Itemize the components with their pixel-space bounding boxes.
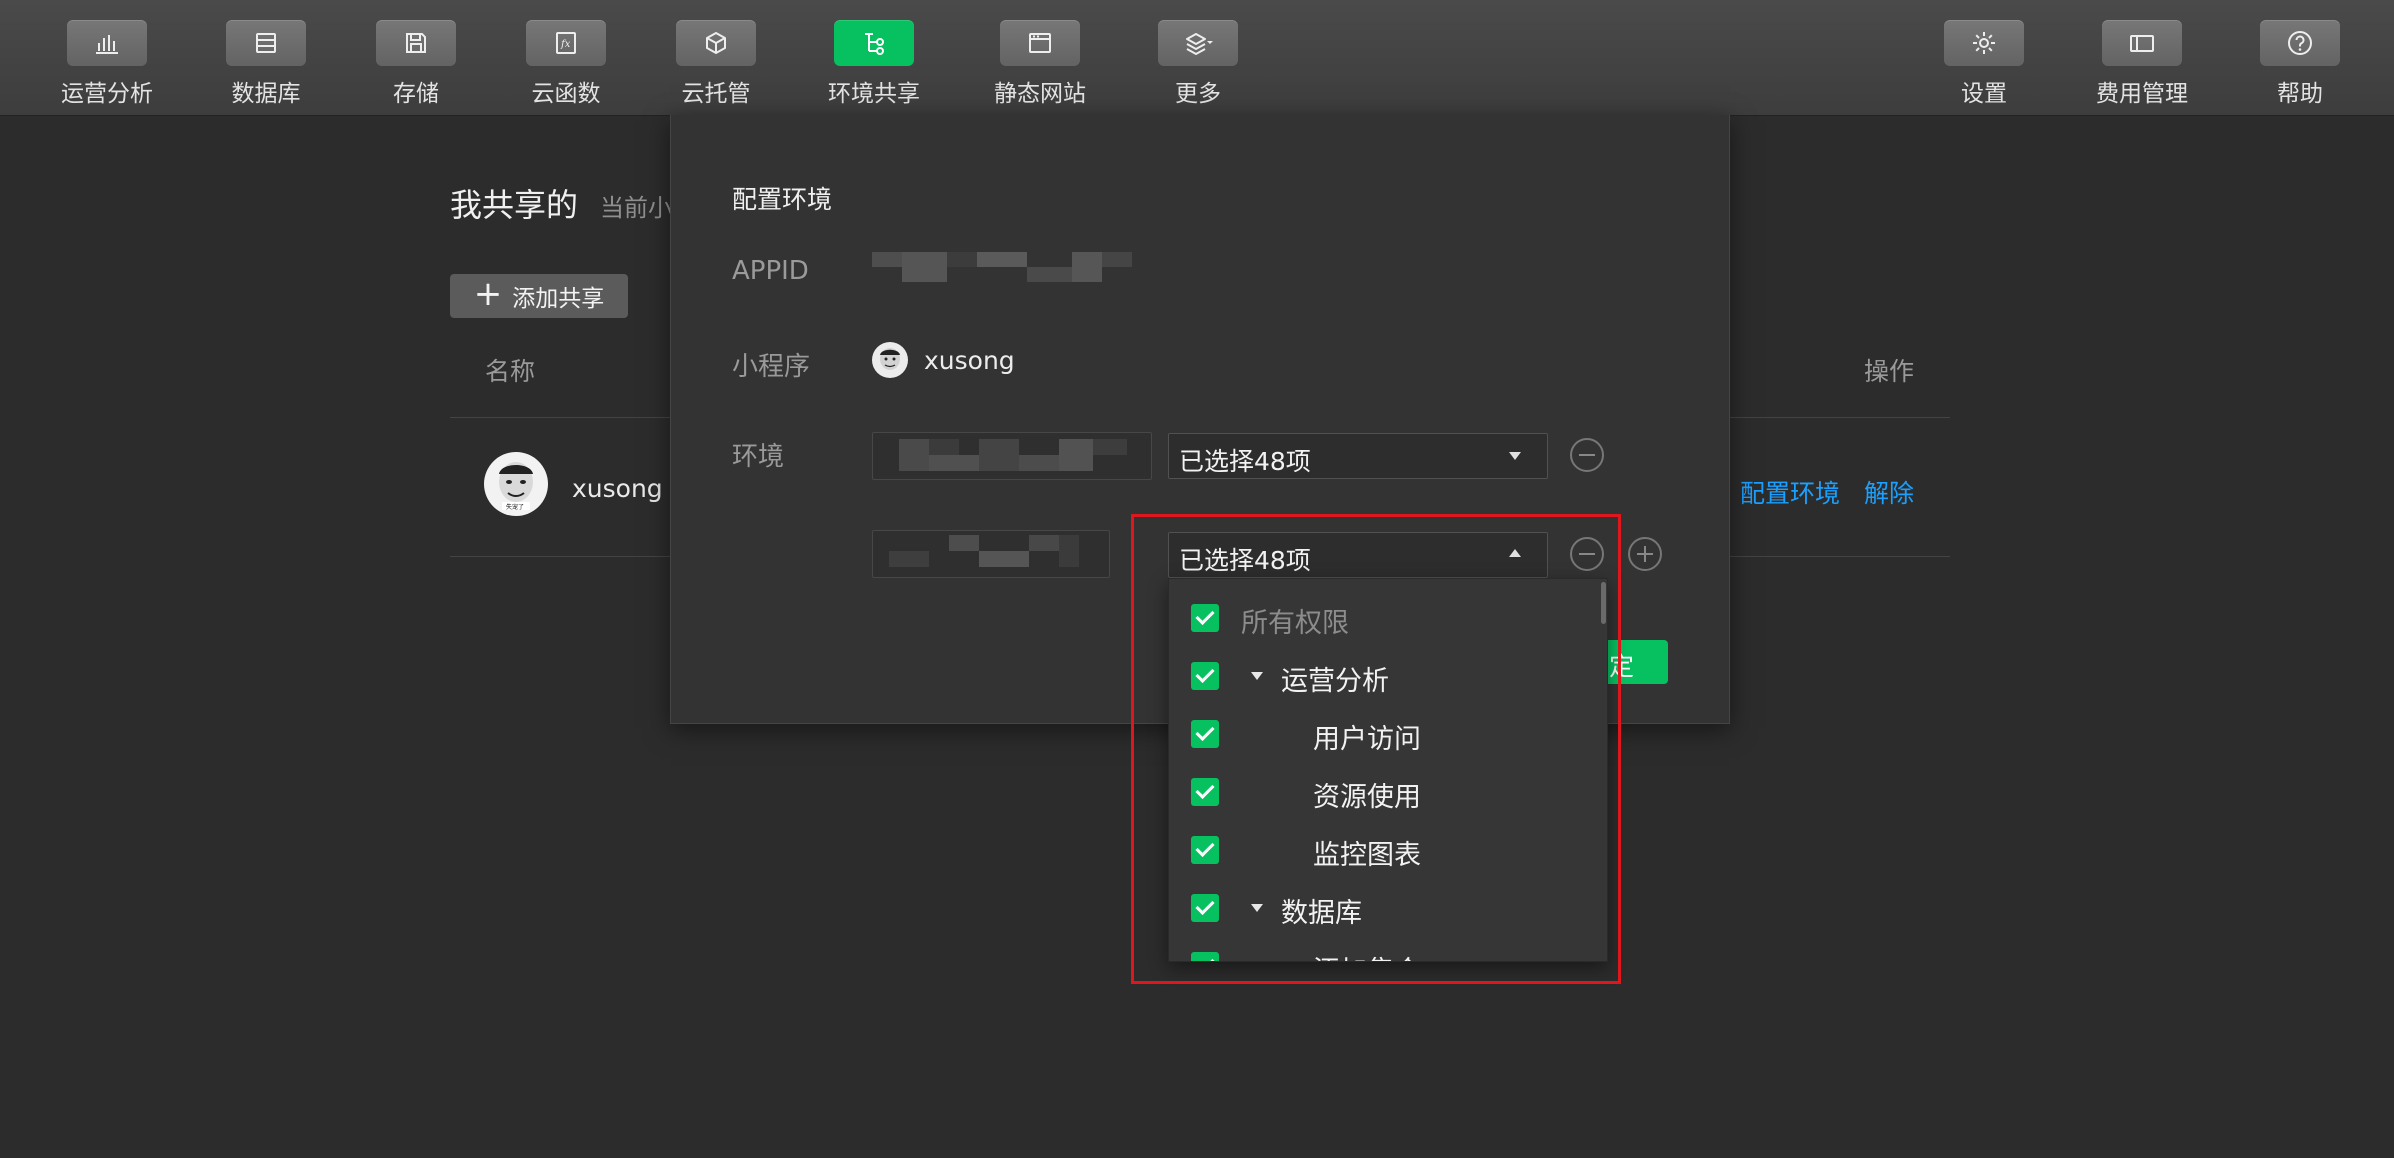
- toolbar-label: 环境共享: [828, 81, 920, 107]
- browser-window-icon: [1000, 20, 1080, 66]
- checkbox-checked-icon[interactable]: [1191, 894, 1219, 922]
- checkbox-checked-icon[interactable]: [1191, 662, 1219, 690]
- env-id-input-redacted[interactable]: [872, 530, 1110, 578]
- caret-down-icon: [1509, 452, 1521, 460]
- unbind-link[interactable]: 解除: [1864, 474, 1914, 510]
- caret-down-icon[interactable]: [1251, 672, 1263, 680]
- toolbar-more[interactable]: 更多: [1118, 20, 1278, 108]
- toolbar-label: 运营分析: [61, 81, 153, 107]
- avatar: 失宠了: [484, 452, 548, 516]
- remove-env-button[interactable]: [1570, 438, 1604, 472]
- tree-share-icon: [834, 20, 914, 66]
- permission-dropdown: 所有权限 运营分析 用户访问 资源使用 监控图表 数据库 添加集合: [1168, 578, 1608, 962]
- toolbar-static-site[interactable]: 静态网站: [960, 20, 1120, 108]
- toolbar-billing[interactable]: 费用管理: [2062, 20, 2222, 108]
- appid-label: APPID: [732, 256, 809, 286]
- toolbar-label: 帮助: [2277, 81, 2323, 107]
- cube-icon: [676, 20, 756, 66]
- modal-title: 配置环境: [732, 185, 833, 214]
- billing-card-icon: [2102, 20, 2182, 66]
- dropdown-item-label: 所有权限: [1241, 608, 1349, 639]
- dropdown-group-database[interactable]: 数据库: [1169, 879, 1599, 937]
- toolbar-label: 数据库: [231, 81, 301, 107]
- dropdown-item-monitor-charts[interactable]: 监控图表: [1169, 821, 1599, 879]
- column-header-name: 名称: [485, 357, 536, 386]
- checkbox-checked-icon[interactable]: [1191, 720, 1219, 748]
- add-share-label: 添加共享: [512, 286, 605, 312]
- dropdown-item-label: 添加集合: [1313, 949, 1421, 961]
- env-id-input-redacted[interactable]: [872, 432, 1152, 480]
- dropdown-item-all-permissions[interactable]: 所有权限: [1169, 589, 1599, 647]
- dropdown-item-label: 用户访问: [1313, 724, 1421, 755]
- save-disk-icon: [376, 20, 456, 66]
- toolbar-database[interactable]: 数据库: [186, 20, 346, 108]
- page-title: 我共享的: [450, 186, 579, 224]
- toolbar-label: 云托管: [681, 81, 751, 107]
- config-env-link[interactable]: 配置环境: [1740, 474, 1840, 510]
- bar-chart-icon: [67, 20, 147, 66]
- dropdown-item-label: 资源使用: [1313, 782, 1421, 813]
- function-fx-icon: fx: [526, 20, 606, 66]
- toolbar-settings[interactable]: 设置: [1904, 20, 2064, 108]
- svg-text:失宠了: 失宠了: [506, 503, 524, 511]
- caret-down-icon[interactable]: [1251, 904, 1263, 912]
- page-subtitle: 当前小程序: [600, 194, 670, 222]
- toolbar-label: 更多: [1175, 81, 1221, 107]
- table-row-name: xusong: [572, 474, 663, 503]
- env-label: 环境: [732, 442, 785, 472]
- svg-text:fx: fx: [560, 39, 571, 50]
- database-icon: [226, 20, 306, 66]
- toolbar-env-share[interactable]: 环境共享: [794, 20, 954, 108]
- toolbar-label: 费用管理: [2096, 81, 2188, 107]
- permission-select-2[interactable]: 已选择48项: [1168, 532, 1548, 578]
- dropdown-group-operations[interactable]: 运营分析: [1169, 647, 1599, 705]
- miniprogram-label: 小程序: [732, 352, 811, 382]
- column-header-ops: 操作: [1864, 357, 1915, 386]
- toolbar-operations-analysis[interactable]: 运营分析: [27, 20, 187, 108]
- add-share-button[interactable]: + 添加共享: [450, 274, 628, 318]
- question-icon: [2260, 20, 2340, 66]
- permission-select-value: 已选择48项: [1179, 546, 1311, 575]
- checkbox-checked-icon[interactable]: [1191, 836, 1219, 864]
- toolbar-label: 设置: [1961, 81, 2007, 107]
- appid-value-redacted: [872, 252, 1132, 282]
- add-env-button[interactable]: [1628, 537, 1662, 571]
- remove-env-button[interactable]: [1570, 537, 1604, 571]
- confirm-button[interactable]: 确定: [1598, 640, 1668, 684]
- checkbox-checked-icon[interactable]: [1191, 952, 1219, 961]
- dropdown-item-resource-usage[interactable]: 资源使用: [1169, 763, 1599, 821]
- toolbar-cloud-function[interactable]: fx 云函数: [486, 20, 646, 108]
- dropdown-item-label: 运营分析: [1281, 666, 1389, 697]
- checkbox-checked-icon[interactable]: [1191, 778, 1219, 806]
- top-toolbar: 运营分析 数据库 存储 fx 云函数 云托管 环境共享 静态网站 更多 设置 费…: [0, 0, 2394, 116]
- miniprogram-name: xusong: [924, 346, 1015, 375]
- checkbox-checked-icon[interactable]: [1191, 604, 1219, 632]
- dropdown-item-label: 数据库: [1281, 898, 1362, 929]
- avatar: [872, 342, 908, 378]
- layers-icon: [1158, 20, 1238, 66]
- dropdown-scrollbar[interactable]: [1601, 582, 1606, 624]
- gear-icon: [1944, 20, 2024, 66]
- dropdown-item-add-collection[interactable]: 添加集合: [1169, 937, 1599, 961]
- dropdown-item-label: 监控图表: [1313, 840, 1421, 871]
- toolbar-storage[interactable]: 存储: [336, 20, 496, 108]
- dropdown-item-user-visits[interactable]: 用户访问: [1169, 705, 1599, 763]
- toolbar-help[interactable]: 帮助: [2220, 20, 2380, 108]
- plus-icon: +: [473, 274, 503, 314]
- caret-up-icon: [1509, 549, 1521, 557]
- permission-select-value: 已选择48项: [1179, 447, 1311, 476]
- toolbar-cloud-hosting[interactable]: 云托管: [636, 20, 796, 108]
- toolbar-label: 存储: [393, 81, 439, 107]
- toolbar-label: 云函数: [531, 81, 601, 107]
- permission-select-1[interactable]: 已选择48项: [1168, 433, 1548, 479]
- toolbar-label: 静态网站: [994, 81, 1086, 107]
